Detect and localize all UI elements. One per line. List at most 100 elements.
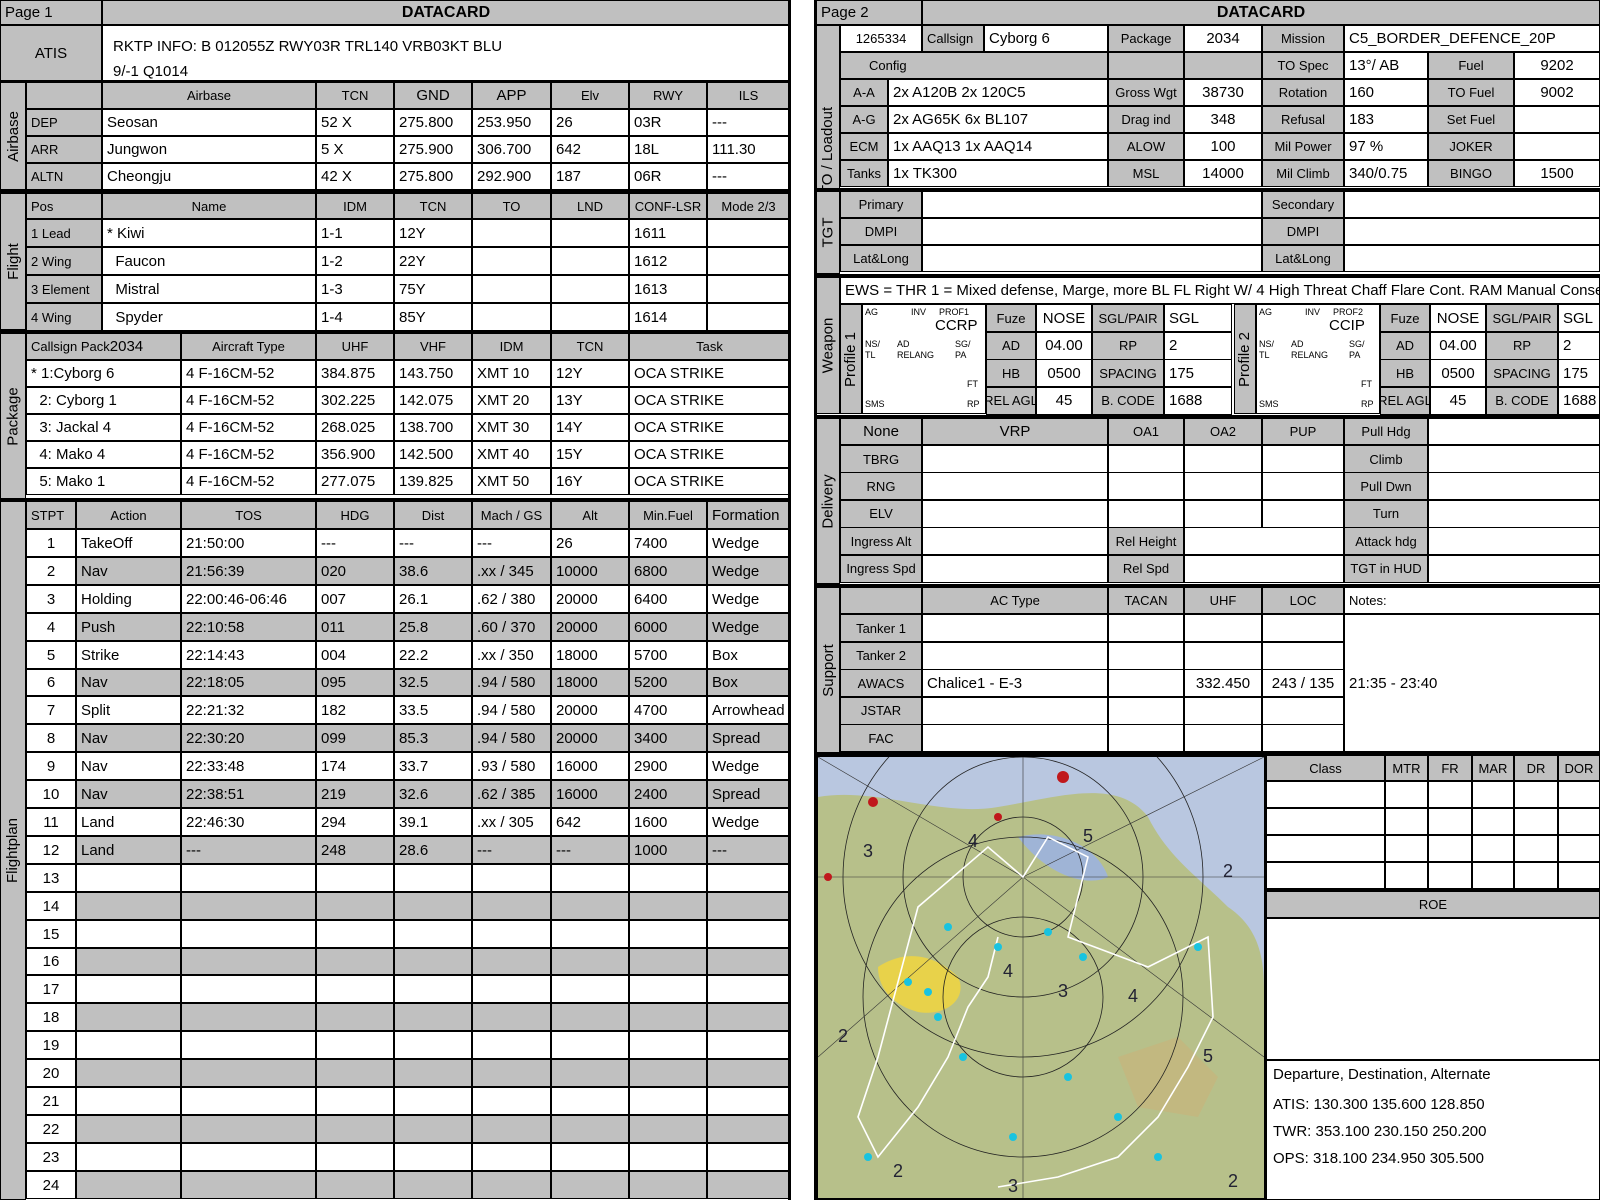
flightplan-cell[interactable]: Strike	[76, 641, 181, 669]
threat-cell[interactable]	[1472, 808, 1514, 835]
tgt-left-value[interactable]	[922, 191, 1262, 218]
flightplan-cell[interactable]	[316, 975, 394, 1003]
flightplan-cell[interactable]	[316, 920, 394, 948]
delivery-value[interactable]	[1184, 472, 1262, 501]
flightplan-cell[interactable]	[181, 1031, 316, 1059]
flightplan-cell[interactable]	[551, 1115, 629, 1143]
flightplan-cell[interactable]	[316, 1031, 394, 1059]
flightplan-cell[interactable]	[551, 920, 629, 948]
flightplan-cell[interactable]: Nav	[76, 752, 181, 780]
flightplan-cell[interactable]: 32.6	[394, 780, 472, 808]
flightplan-cell[interactable]: 39.1	[394, 808, 472, 836]
flightplan-cell[interactable]: 6000	[629, 613, 707, 641]
delivery-value[interactable]	[1184, 445, 1262, 473]
flightplan-cell[interactable]	[629, 892, 707, 920]
loadout-value[interactable]: 100	[1184, 133, 1262, 160]
flightplan-cell[interactable]	[76, 1171, 181, 1199]
flightplan-cell[interactable]: .94 / 580	[472, 696, 551, 724]
flightplan-cell[interactable]	[394, 1003, 472, 1031]
delivery-value[interactable]	[922, 445, 1108, 473]
flightplan-cell[interactable]	[551, 892, 629, 920]
loadout-value[interactable]: 9002	[1514, 79, 1600, 106]
threat-cell[interactable]	[1428, 781, 1472, 808]
tgt-right-value[interactable]	[1344, 218, 1600, 245]
support-tacan[interactable]	[1108, 614, 1184, 642]
loadout-value[interactable]	[1514, 133, 1600, 160]
flightplan-cell[interactable]	[472, 1171, 551, 1199]
flightplan-cell[interactable]: 1000	[629, 836, 707, 864]
flightplan-cell[interactable]: 33.7	[394, 752, 472, 780]
flightplan-cell[interactable]	[394, 1115, 472, 1143]
threat-cell[interactable]	[1472, 862, 1514, 889]
flightplan-cell[interactable]	[181, 1059, 316, 1087]
map-svg[interactable]: 3 4 5 2 4 4 2 5 3 2 3 2	[818, 757, 1264, 1198]
package-value[interactable]: 2034	[1184, 25, 1262, 52]
flightplan-cell[interactable]	[629, 1003, 707, 1031]
profile-field-value[interactable]: 45	[1430, 386, 1486, 415]
flightplan-cell[interactable]	[76, 1003, 181, 1031]
flightplan-cell[interactable]	[551, 1087, 629, 1115]
flightplan-cell[interactable]: Push	[76, 613, 181, 641]
threat-cell[interactable]	[1514, 835, 1558, 862]
flightplan-cell[interactable]: .94 / 580	[472, 669, 551, 696]
flightplan-cell[interactable]: 011	[316, 613, 394, 641]
flightplan-cell[interactable]	[394, 975, 472, 1003]
flightplan-cell[interactable]: 007	[316, 585, 394, 613]
flightplan-cell[interactable]: 21:50:00	[181, 529, 316, 557]
flightplan-cell[interactable]: 22:10:58	[181, 613, 316, 641]
flightplan-cell[interactable]: 16000	[551, 780, 629, 808]
flightplan-cell[interactable]	[629, 1059, 707, 1087]
flightplan-cell[interactable]: 4700	[629, 696, 707, 724]
flightplan-cell[interactable]	[394, 864, 472, 892]
loadout-value[interactable]: 38730	[1184, 79, 1262, 106]
threat-cell[interactable]	[1472, 835, 1514, 862]
flightplan-cell[interactable]	[76, 1143, 181, 1171]
flightplan-cell[interactable]	[707, 1031, 790, 1059]
support-uhf[interactable]	[1184, 724, 1262, 753]
profile-field-value[interactable]: 45	[1036, 386, 1092, 415]
flightplan-cell[interactable]	[181, 920, 316, 948]
profile-field-value[interactable]: 0500	[1430, 359, 1486, 387]
support-uhf[interactable]	[1184, 696, 1262, 725]
flightplan-cell[interactable]: 095	[316, 669, 394, 696]
flightplan-cell[interactable]: 22:38:51	[181, 780, 316, 808]
profile-field-value[interactable]: 2	[1164, 331, 1232, 360]
profile-field-value[interactable]: 1688	[1164, 386, 1232, 415]
flightplan-cell[interactable]: 22:14:43	[181, 641, 316, 669]
flightplan-cell[interactable]: 2400	[629, 780, 707, 808]
threat-cell[interactable]	[1385, 808, 1428, 835]
flightplan-cell[interactable]: 16000	[551, 752, 629, 780]
delivery-right-value[interactable]	[1428, 554, 1600, 583]
delivery-right-value[interactable]	[1428, 418, 1600, 445]
support-loc[interactable]: 243 / 135	[1262, 669, 1344, 698]
flightplan-cell[interactable]	[551, 1031, 629, 1059]
flightplan-cell[interactable]: 18000	[551, 641, 629, 669]
profile-field-value[interactable]: 0500	[1036, 359, 1092, 387]
delivery-value[interactable]	[922, 472, 1108, 501]
flightplan-cell[interactable]: Spread	[707, 724, 790, 752]
flightplan-cell[interactable]: 10000	[551, 557, 629, 585]
delivery-value[interactable]	[1108, 499, 1184, 528]
delivery-value[interactable]	[922, 527, 1108, 556]
flightplan-cell[interactable]	[707, 1115, 790, 1143]
flightplan-cell[interactable]	[181, 1143, 316, 1171]
support-loc[interactable]	[1262, 724, 1344, 753]
flightplan-cell[interactable]: .93 / 580	[472, 752, 551, 780]
profile-field-value[interactable]: NOSE	[1430, 304, 1486, 332]
support-uhf[interactable]	[1184, 641, 1262, 670]
threat-cell[interactable]	[1514, 862, 1558, 889]
flightplan-cell[interactable]: 5200	[629, 669, 707, 696]
flightplan-cell[interactable]: 38.6	[394, 557, 472, 585]
flightplan-cell[interactable]: Spread	[707, 780, 790, 808]
delivery-value[interactable]	[922, 554, 1108, 583]
flightplan-cell[interactable]: 20000	[551, 585, 629, 613]
threat-cell[interactable]	[1385, 862, 1428, 889]
support-loc[interactable]	[1262, 696, 1344, 725]
flightplan-cell[interactable]	[707, 864, 790, 892]
flightplan-cell[interactable]: ---	[472, 529, 551, 557]
threat-cell[interactable]	[1472, 781, 1514, 808]
threat-cell[interactable]	[1558, 862, 1600, 889]
threat-cell[interactable]	[1385, 835, 1428, 862]
flightplan-cell[interactable]: 22.2	[394, 641, 472, 669]
flightplan-cell[interactable]: 182	[316, 696, 394, 724]
